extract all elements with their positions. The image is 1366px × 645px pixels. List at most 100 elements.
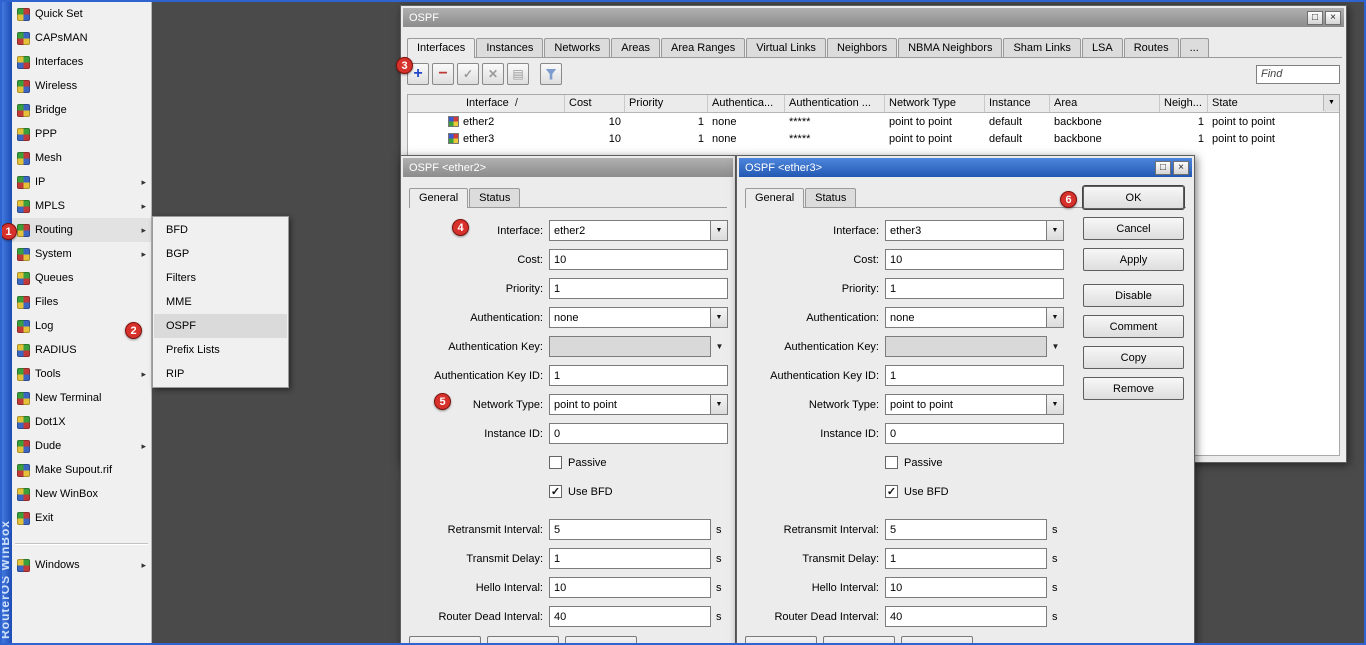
- router-dead-interval-input[interactable]: 40: [885, 606, 1047, 627]
- dropdown-arrow-icon[interactable]: ▼: [1047, 220, 1064, 241]
- comment-button[interactable]: ▤: [507, 63, 529, 85]
- tab-neighbors[interactable]: Neighbors: [827, 38, 897, 57]
- use-bfd-checkbox[interactable]: ✓: [885, 485, 898, 498]
- sidebar-item-mesh[interactable]: Mesh: [12, 146, 151, 170]
- sidebar-item-system[interactable]: System▸: [12, 242, 151, 266]
- column-header-neigh[interactable]: Neigh...: [1160, 95, 1208, 112]
- ether3-dialog-titlebar[interactable]: OSPF <ether3> □ ×: [739, 158, 1192, 177]
- router-dead-interval-input[interactable]: 40: [549, 606, 711, 627]
- sidebar-item-files[interactable]: Files: [12, 290, 151, 314]
- tab-status[interactable]: Status: [469, 188, 520, 207]
- tab-lsa[interactable]: LSA: [1082, 38, 1123, 57]
- column-header-priority[interactable]: Priority: [625, 95, 708, 112]
- table-row-ether3[interactable]: ether3101none*****point to pointdefaultb…: [408, 130, 1339, 147]
- dropdown-arrow-icon[interactable]: ▼: [711, 307, 728, 328]
- use-bfd-checkbox[interactable]: ✓: [549, 485, 562, 498]
- sidebar-item-queues[interactable]: Queues: [12, 266, 151, 290]
- authentication-key-input[interactable]: [885, 336, 1047, 357]
- sidebar-item-exit[interactable]: Exit: [12, 506, 151, 530]
- column-header-authentication[interactable]: Authentication ...: [785, 95, 885, 112]
- column-header-interface[interactable]: Interface/: [408, 95, 565, 112]
- transmit-delay-input[interactable]: 1: [549, 548, 711, 569]
- column-header-network-type[interactable]: Network Type: [885, 95, 985, 112]
- cost-input[interactable]: 10: [549, 249, 728, 270]
- cutoff-button[interactable]: [823, 636, 895, 644]
- sidebar-item-quick-set[interactable]: Quick Set: [12, 2, 151, 26]
- sidebar-item-mpls[interactable]: MPLS▸: [12, 194, 151, 218]
- tab-general[interactable]: General: [745, 188, 804, 208]
- tab-nbma-neighbors[interactable]: NBMA Neighbors: [898, 38, 1002, 57]
- priority-input[interactable]: 1: [549, 278, 728, 299]
- sidebar-item-windows[interactable]: Windows▸: [12, 553, 151, 577]
- dropdown-arrow-icon[interactable]: ▼: [711, 220, 728, 241]
- submenu-item-prefix-lists[interactable]: Prefix Lists: [154, 338, 287, 362]
- cutoff-button[interactable]: [901, 636, 973, 644]
- find-input[interactable]: [1256, 65, 1340, 84]
- tab-areas[interactable]: Areas: [611, 38, 660, 57]
- tab-[interactable]: ...: [1180, 38, 1209, 57]
- maximize-button[interactable]: □: [1155, 161, 1171, 175]
- hello-interval-input[interactable]: 10: [549, 577, 711, 598]
- submenu-item-mme[interactable]: MME: [154, 290, 287, 314]
- column-header-authentica[interactable]: Authentica...: [708, 95, 785, 112]
- sidebar-item-new-terminal[interactable]: New Terminal: [12, 386, 151, 410]
- authentication-input[interactable]: none: [549, 307, 711, 328]
- instance-id-input[interactable]: 0: [885, 423, 1064, 444]
- filter-button[interactable]: [540, 63, 562, 85]
- tab-routes[interactable]: Routes: [1124, 38, 1179, 57]
- table-row-ether2[interactable]: ether2101none*****point to pointdefaultb…: [408, 113, 1339, 130]
- priority-input[interactable]: 1: [885, 278, 1064, 299]
- cutoff-button[interactable]: [745, 636, 817, 644]
- column-header-area[interactable]: Area: [1050, 95, 1160, 112]
- maximize-button[interactable]: □: [1307, 11, 1323, 25]
- enable-button[interactable]: ✓: [457, 63, 479, 85]
- ether2-dialog-titlebar[interactable]: OSPF <ether2>: [403, 158, 733, 177]
- tab-instances[interactable]: Instances: [476, 38, 543, 57]
- close-icon[interactable]: ×: [1173, 161, 1189, 175]
- retransmit-interval-input[interactable]: 5: [549, 519, 711, 540]
- sidebar-item-dude[interactable]: Dude▸: [12, 434, 151, 458]
- network-type-input[interactable]: point to point: [885, 394, 1047, 415]
- tab-status[interactable]: Status: [805, 188, 856, 207]
- sidebar-item-new-winbox[interactable]: New WinBox: [12, 482, 151, 506]
- dropdown-arrow-icon[interactable]: ▼: [711, 394, 728, 415]
- tab-networks[interactable]: Networks: [544, 38, 610, 57]
- close-icon[interactable]: ×: [1325, 11, 1341, 25]
- apply-button[interactable]: Apply: [1083, 248, 1184, 271]
- submenu-item-filters[interactable]: Filters: [154, 266, 287, 290]
- passive-checkbox[interactable]: [549, 456, 562, 469]
- column-header-cost[interactable]: Cost: [565, 95, 625, 112]
- cutoff-button[interactable]: [565, 636, 637, 644]
- sidebar-item-dot1x[interactable]: Dot1X: [12, 410, 151, 434]
- copy-button[interactable]: Copy: [1083, 346, 1184, 369]
- sidebar-item-tools[interactable]: Tools▸: [12, 362, 151, 386]
- remove-button[interactable]: Remove: [1083, 377, 1184, 400]
- dropdown-arrow-icon[interactable]: ▼: [1047, 307, 1064, 328]
- sidebar-item-capsman[interactable]: CAPsMAN: [12, 26, 151, 50]
- sidebar-item-interfaces[interactable]: Interfaces: [12, 50, 151, 74]
- comment-button[interactable]: Comment: [1083, 315, 1184, 338]
- sidebar-item-radius[interactable]: RADIUS: [12, 338, 151, 362]
- interface-input[interactable]: ether3: [885, 220, 1047, 241]
- column-header-state[interactable]: State: [1208, 95, 1326, 112]
- sidebar-item-make-supout-rif[interactable]: Make Supout.rif: [12, 458, 151, 482]
- tab-sham-links[interactable]: Sham Links: [1003, 38, 1080, 57]
- remove-button[interactable]: −: [432, 63, 454, 85]
- dropdown-arrow-icon[interactable]: ▼: [1047, 394, 1064, 415]
- authentication-key-id-input[interactable]: 1: [885, 365, 1064, 386]
- sidebar-item-ppp[interactable]: PPP: [12, 122, 151, 146]
- dropdown-arrow-icon[interactable]: ▼: [711, 342, 728, 351]
- tab-interfaces[interactable]: Interfaces: [407, 38, 475, 58]
- cutoff-button[interactable]: [487, 636, 559, 644]
- sidebar-item-ip[interactable]: IP▸: [12, 170, 151, 194]
- disable-button[interactable]: Disable: [1083, 284, 1184, 307]
- network-type-input[interactable]: point to point: [549, 394, 711, 415]
- interface-input[interactable]: ether2: [549, 220, 711, 241]
- cost-input[interactable]: 10: [885, 249, 1064, 270]
- hello-interval-input[interactable]: 10: [885, 577, 1047, 598]
- authentication-key-id-input[interactable]: 1: [549, 365, 728, 386]
- cutoff-button[interactable]: [409, 636, 481, 644]
- column-select-button[interactable]: ▼: [1323, 95, 1339, 111]
- instance-id-input[interactable]: 0: [549, 423, 728, 444]
- ospf-window-titlebar[interactable]: OSPF □ ×: [403, 8, 1344, 27]
